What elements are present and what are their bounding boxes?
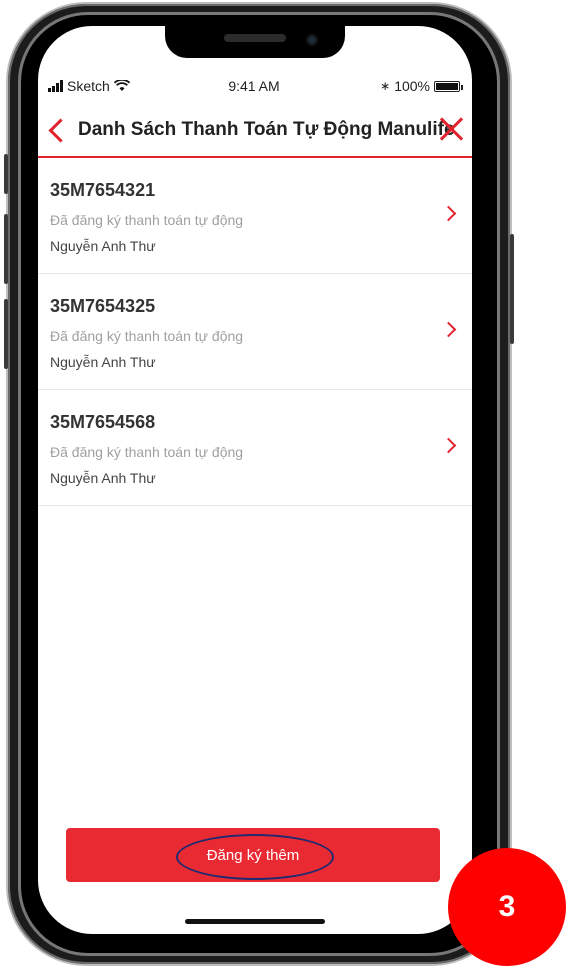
- camera-icon: [306, 34, 318, 46]
- home-indicator: [185, 919, 325, 924]
- speaker-icon: [224, 34, 286, 42]
- wifi-icon: [113, 80, 130, 91]
- phone-screen: Sketch 9:41 AM ∗ 100% Danh Sách Thanh To…: [38, 26, 472, 934]
- mute-switch: [4, 154, 8, 194]
- policy-holder-name: Nguyễn Anh Thư: [50, 470, 156, 486]
- policy-status: Đã đăng ký thanh toán tự động: [50, 328, 244, 344]
- power-button: [510, 234, 514, 344]
- status-bar: Sketch 9:41 AM ∗ 100%: [48, 78, 463, 100]
- policy-status: Đã đăng ký thanh toán tự động: [50, 212, 244, 228]
- page-title: Danh Sách Thanh Toán Tự Động Manulife: [78, 119, 455, 140]
- header: Danh Sách Thanh Toán Tự Động Manulife: [38, 106, 472, 158]
- status-right: ∗ 100%: [380, 78, 463, 94]
- close-icon[interactable]: [438, 116, 464, 142]
- status-left: Sketch: [48, 78, 130, 94]
- policy-status: Đã đăng ký thanh toán tự động: [50, 444, 244, 460]
- chevron-right-icon: [440, 205, 457, 222]
- chevron-right-icon: [440, 321, 457, 338]
- step-number-badge: 3: [448, 848, 566, 966]
- status-time: 9:41 AM: [228, 78, 280, 94]
- list-item[interactable]: 35M7654321 Đã đăng ký thanh toán tự động…: [38, 158, 472, 274]
- volume-down-button: [4, 299, 8, 369]
- list-item[interactable]: 35M7654568 Đã đăng ký thanh toán tự động…: [38, 390, 472, 506]
- bluetooth-icon: ∗: [380, 79, 391, 93]
- battery-percent: 100%: [394, 78, 430, 94]
- policy-holder-name: Nguyễn Anh Thư: [50, 238, 156, 254]
- back-chevron-icon[interactable]: [48, 118, 73, 143]
- policy-code: 35M7654321: [50, 180, 156, 200]
- signal-icon: [48, 80, 63, 92]
- policy-list: 35M7654321 Đã đăng ký thanh toán tự động…: [38, 158, 472, 506]
- policy-code: 35M7654568: [50, 412, 156, 432]
- list-item[interactable]: 35M7654325 Đã đăng ký thanh toán tự động…: [38, 274, 472, 390]
- notch: [165, 26, 345, 58]
- policy-holder-name: Nguyễn Anh Thư: [50, 354, 156, 370]
- volume-up-button: [4, 214, 8, 284]
- carrier-label: Sketch: [67, 78, 110, 94]
- chevron-right-icon: [440, 437, 457, 454]
- battery-icon: [434, 80, 463, 92]
- policy-code: 35M7654325: [50, 296, 156, 316]
- highlight-oval: [176, 834, 334, 880]
